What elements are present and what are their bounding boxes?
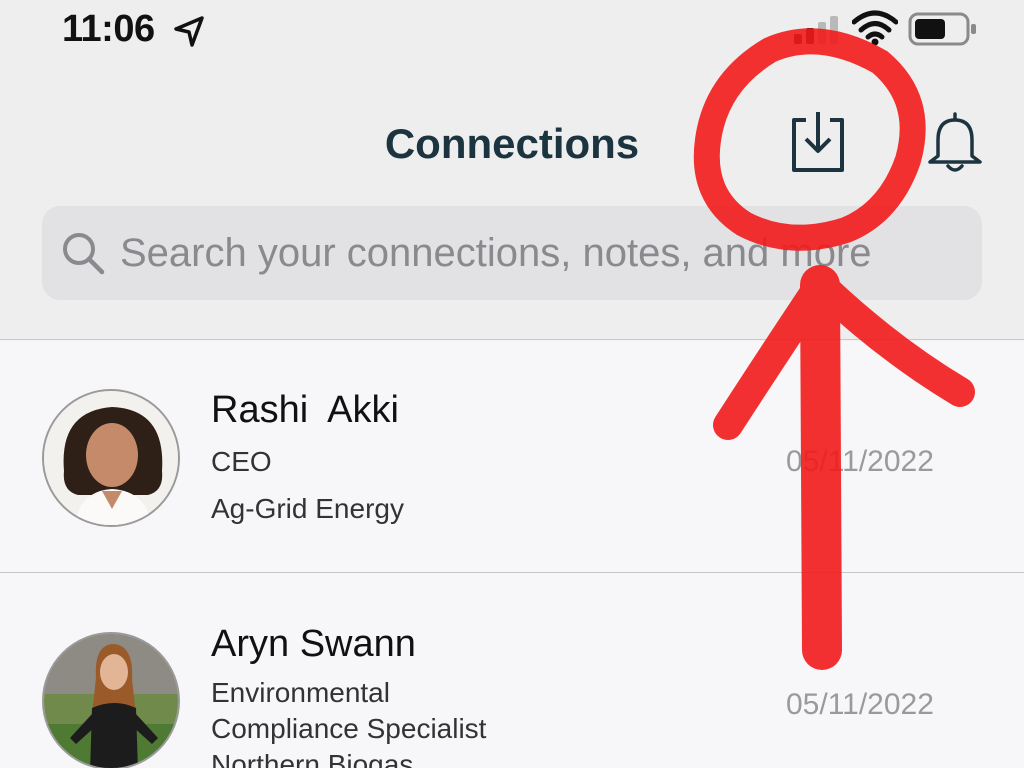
page-title: Connections xyxy=(384,120,640,167)
contact-company: Northern Biogas xyxy=(211,749,414,768)
contact-name: Aryn Swann xyxy=(211,623,416,665)
search-bar[interactable] xyxy=(42,206,982,300)
wifi-icon xyxy=(852,10,898,46)
avatar xyxy=(42,632,180,768)
cellular-signal-icon xyxy=(794,16,838,44)
header: Connections xyxy=(0,60,1024,340)
status-bar: 11:06 xyxy=(0,0,1024,60)
contact-company: Ag-Grid Energy xyxy=(211,493,404,524)
contact-title-line-2: Compliance Specialist xyxy=(211,713,487,744)
contact-title-line-1: Environmental xyxy=(211,677,390,708)
contact-name: Rashi Akki xyxy=(211,389,399,431)
search-input[interactable] xyxy=(120,223,950,283)
battery-icon xyxy=(908,12,976,46)
download-icon[interactable] xyxy=(790,110,846,174)
bell-icon[interactable] xyxy=(924,110,986,176)
connections-list: Rashi Akki CEO Ag-Grid Energy 05/11/2022… xyxy=(0,341,1024,768)
status-time: 11:06 xyxy=(62,8,155,50)
connection-date: 05/11/2022 xyxy=(786,688,934,721)
magnifying-glass-icon xyxy=(63,233,105,275)
connection-date: 05/11/2022 xyxy=(786,445,934,478)
location-arrow-icon xyxy=(174,16,204,47)
list-item[interactable]: Aryn Swann Environmental Compliance Spec… xyxy=(0,574,1024,768)
list-item[interactable]: Rashi Akki CEO Ag-Grid Energy 05/11/2022 xyxy=(0,341,1024,573)
contact-title: CEO xyxy=(211,446,272,477)
avatar xyxy=(42,389,180,527)
